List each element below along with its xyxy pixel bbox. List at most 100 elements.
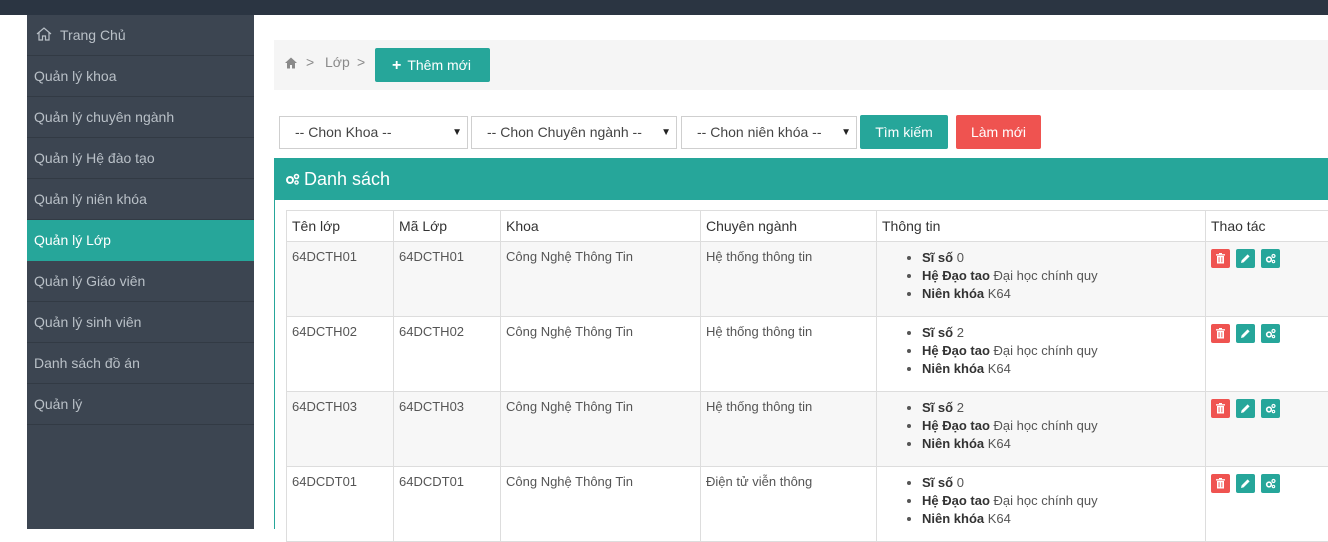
info-value: Đại học chính quy: [994, 418, 1098, 433]
info-value: 0: [957, 475, 964, 490]
pencil-icon: [1240, 253, 1251, 264]
home-icon[interactable]: [284, 56, 298, 70]
info-si-so: Sĩ số 2: [922, 324, 1200, 342]
pencil-icon: [1240, 478, 1251, 489]
settings-button[interactable]: [1261, 249, 1280, 268]
trash-icon: [1215, 403, 1226, 414]
sidebar: Trang Chủ Quản lý khoa Quản lý chuyên ng…: [27, 15, 254, 529]
add-new-label: Thêm mới: [407, 57, 471, 73]
edit-button[interactable]: [1236, 324, 1255, 343]
khoa-select[interactable]: -- Chon Khoa -- ▼: [279, 116, 468, 149]
delete-button[interactable]: [1211, 474, 1230, 493]
sidebar-item-quan-ly-nien-khoa[interactable]: Quản lý niên khóa: [27, 179, 254, 220]
breadcrumb: > Lớp > + Thêm mới: [274, 40, 1328, 90]
sidebar-item-quan-ly-chuyen-nganh[interactable]: Quản lý chuyên ngành: [27, 97, 254, 138]
info-label: Niên khóa: [922, 286, 984, 301]
chuyen-nganh-select[interactable]: -- Chon Chuyên ngành -- ▼: [471, 116, 677, 149]
chuyen-nganh-select-value: -- Chon Chuyên ngành --: [487, 124, 642, 140]
cogs-icon: [285, 173, 300, 185]
cell-khoa: Công Nghệ Thông Tin: [501, 467, 701, 542]
settings-button[interactable]: [1261, 399, 1280, 418]
add-new-button[interactable]: + Thêm mới: [375, 48, 490, 82]
info-value: 2: [957, 325, 964, 340]
cell-ma-lop: 64DCTH03: [394, 392, 501, 467]
trash-icon: [1215, 253, 1226, 264]
info-he-dao-tao: Hệ Đạo tao Đại học chính quy: [922, 342, 1200, 360]
info-list: Sĩ số 2 Hệ Đạo tao Đại học chính quy Niê…: [882, 324, 1200, 378]
cell-chuyen-nganh: Hệ thống thông tin: [701, 392, 877, 467]
plus-icon: +: [392, 49, 401, 83]
info-nien-khoa: Niên khóa K64: [922, 510, 1200, 528]
sidebar-item-label: Quản lý chuyên ngành: [34, 109, 174, 125]
cell-thong-tin: Sĩ số 0 Hệ Đạo tao Đại học chính quy Niê…: [877, 467, 1206, 542]
sidebar-item-quan-ly-sinh-vien[interactable]: Quản lý sinh viên: [27, 302, 254, 343]
delete-button[interactable]: [1211, 324, 1230, 343]
breadcrumb-current[interactable]: Lớp: [325, 54, 350, 70]
table-header-row: Tên lớp Mã Lớp Khoa Chuyên ngành Thông t…: [287, 211, 1328, 242]
left-gutter: [0, 15, 27, 529]
cell-khoa: Công Nghệ Thông Tin: [501, 317, 701, 392]
table-row: 64DCTH01 64DCTH01 Công Nghệ Thông Tin Hệ…: [287, 242, 1328, 317]
cogs-icon: [1265, 403, 1276, 414]
info-list: Sĩ số 0 Hệ Đạo tao Đại học chính quy Niê…: [882, 249, 1200, 303]
info-he-dao-tao: Hệ Đạo tao Đại học chính quy: [922, 417, 1200, 435]
info-list: Sĩ số 2 Hệ Đạo tao Đại học chính quy Niê…: [882, 399, 1200, 453]
info-si-so: Sĩ số 0: [922, 249, 1200, 267]
sidebar-item-trang-chu[interactable]: Trang Chủ: [27, 15, 254, 56]
edit-button[interactable]: [1236, 249, 1255, 268]
edit-button[interactable]: [1236, 474, 1255, 493]
main-content: > Lớp > + Thêm mới -- Chon Khoa -- ▼ -- C…: [254, 15, 1328, 529]
class-table: Tên lớp Mã Lớp Khoa Chuyên ngành Thông t…: [286, 210, 1328, 542]
sidebar-item-quan-ly-he-dao-tao[interactable]: Quản lý Hệ đào tạo: [27, 138, 254, 179]
info-value: K64: [988, 361, 1011, 376]
panel-header: Danh sách: [274, 158, 1328, 200]
delete-button[interactable]: [1211, 399, 1230, 418]
edit-button[interactable]: [1236, 399, 1255, 418]
top-navbar: [0, 0, 1328, 15]
sidebar-item-label: Quản lý: [34, 396, 82, 412]
nien-khoa-select[interactable]: -- Chon niên khóa -- ▼: [681, 116, 857, 149]
column-header-chuyen-nganh[interactable]: Chuyên ngành: [701, 211, 877, 242]
sidebar-item-quan-ly-khoa[interactable]: Quản lý khoa: [27, 56, 254, 97]
column-header-khoa[interactable]: Khoa: [501, 211, 701, 242]
trash-icon: [1215, 478, 1226, 489]
cell-ma-lop: 64DCDT01: [394, 467, 501, 542]
info-list: Sĩ số 0 Hệ Đạo tao Đại học chính quy Niê…: [882, 474, 1200, 528]
sidebar-item-label: Quản lý niên khóa: [34, 191, 147, 207]
cell-ten-lop: 64DCTH02: [287, 317, 394, 392]
sidebar-item-quan-ly-lop[interactable]: Quản lý Lớp: [27, 220, 254, 261]
settings-button[interactable]: [1261, 324, 1280, 343]
column-header-ma-lop[interactable]: Mã Lớp: [394, 211, 501, 242]
info-label: Sĩ số: [922, 250, 953, 265]
info-label: Sĩ số: [922, 475, 953, 490]
settings-button[interactable]: [1261, 474, 1280, 493]
table-row: 64DCDT01 64DCDT01 Công Nghệ Thông Tin Đi…: [287, 467, 1328, 542]
breadcrumb-separator: >: [357, 54, 365, 70]
sidebar-item-quan-ly[interactable]: Quản lý: [27, 384, 254, 425]
info-nien-khoa: Niên khóa K64: [922, 285, 1200, 303]
info-label: Sĩ số: [922, 400, 953, 415]
info-nien-khoa: Niên khóa K64: [922, 435, 1200, 453]
sidebar-item-quan-ly-giao-vien[interactable]: Quản lý Giáo viên: [27, 261, 254, 302]
panel-title: Danh sách: [304, 169, 390, 189]
cell-thong-tin: Sĩ số 0 Hệ Đạo tao Đại học chính quy Niê…: [877, 242, 1206, 317]
column-header-ten-lop[interactable]: Tên lớp: [287, 211, 394, 242]
info-value: Đại học chính quy: [994, 343, 1098, 358]
cell-khoa: Công Nghệ Thông Tin: [501, 392, 701, 467]
cell-ma-lop: 64DCTH02: [394, 317, 501, 392]
info-value: K64: [988, 286, 1011, 301]
info-label: Hệ Đạo tao: [922, 343, 990, 358]
khoa-select-value: -- Chon Khoa --: [295, 124, 391, 140]
info-label: Niên khóa: [922, 436, 984, 451]
column-header-thong-tin[interactable]: Thông tin: [877, 211, 1206, 242]
cogs-icon: [1265, 328, 1276, 339]
breadcrumb-separator: >: [306, 54, 314, 70]
info-si-so: Sĩ số 0: [922, 474, 1200, 492]
cell-chuyen-nganh: Điện tử viễn thông: [701, 467, 877, 542]
delete-button[interactable]: [1211, 249, 1230, 268]
reset-button[interactable]: Làm mới: [956, 115, 1041, 149]
search-button[interactable]: Tìm kiếm: [860, 115, 948, 149]
table-row: 64DCTH02 64DCTH02 Công Nghệ Thông Tin Hệ…: [287, 317, 1328, 392]
sidebar-item-danh-sach-do-an[interactable]: Danh sách đồ án: [27, 343, 254, 384]
chevron-down-icon: ▼: [661, 117, 671, 148]
